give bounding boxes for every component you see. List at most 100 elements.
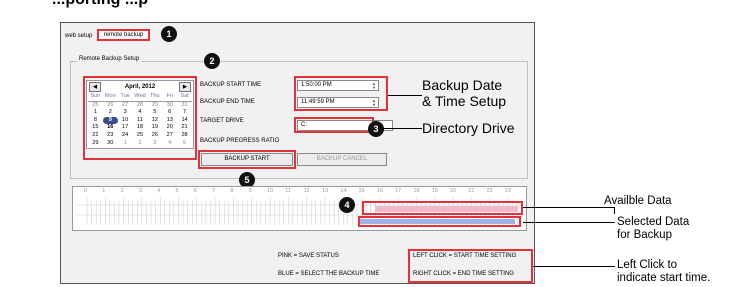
hour-label: 7 — [212, 188, 216, 194]
badge-4: 4 — [339, 197, 355, 213]
calendar-day[interactable]: 13 — [162, 117, 177, 125]
calendar-day[interactable]: 22 — [88, 132, 103, 140]
hour-label: 4 — [157, 188, 161, 194]
target-drive-label: TARGET DRIVE — [200, 118, 244, 124]
tab-web-setup[interactable]: web setup — [65, 33, 92, 39]
click-legend-highlight — [408, 249, 533, 283]
annotation-line — [614, 207, 615, 214]
calendar-day[interactable]: 28 — [133, 102, 148, 110]
calendar-day[interactable]: 30 — [103, 140, 118, 148]
legend-blue: BLUE = SELECT THE BACKUP TIME — [278, 271, 380, 277]
calendar-day[interactable]: 9 — [102, 116, 118, 125]
calendar-day[interactable]: 15 — [88, 124, 103, 132]
weekday-header: Mon — [102, 93, 118, 102]
calendar-day[interactable]: 26 — [103, 102, 118, 110]
calendar-day[interactable]: 29 — [147, 102, 162, 110]
annotation-line — [388, 95, 422, 96]
weekday-header: Wed — [132, 93, 148, 102]
calendar-grid: Sun Mon Tue Wed Thu Fri Sat 25 26 27 28 29 30 31 1 2 3 4 5… — [87, 93, 193, 148]
calendar-day[interactable]: 17 — [118, 124, 133, 132]
hour-label: 3 — [138, 188, 142, 194]
hour-label: 11 — [285, 188, 292, 194]
calendar-day[interactable]: 29 — [88, 140, 103, 148]
hour-label: 23 — [504, 188, 512, 194]
calendar-day[interactable]: 18 — [133, 124, 148, 132]
start-time-label: BACKUP START TIME — [200, 82, 262, 88]
tab-remote-backup[interactable]: remote backup — [97, 29, 150, 41]
weekday-header: Sat — [177, 93, 192, 102]
annotation-date-time-line2: & Time Setup — [422, 93, 507, 109]
calendar-day[interactable]: 10 — [118, 117, 133, 125]
annotation-available-data: Availble Data — [604, 195, 672, 207]
calendar-day[interactable]: 2 — [103, 109, 118, 117]
calendar-header: ◀ April, 2012 ▶ — [87, 81, 193, 93]
annotation-directory: Directory Drive — [422, 120, 515, 136]
annotation-selected-line2: for Backup — [617, 229, 672, 241]
calendar-day[interactable]: 16 — [103, 124, 118, 132]
calendar-day[interactable]: 31 — [177, 102, 192, 110]
next-month-icon[interactable]: ▶ — [178, 82, 191, 92]
calendar: ◀ April, 2012 ▶ Sun Mon Tue Wed Thu Fri Sat 25 2… — [86, 80, 194, 150]
calendar-day[interactable]: 3 — [147, 140, 162, 148]
backup-cancel-button[interactable]: BACKUP CANCEL — [297, 153, 387, 166]
progress-ratio-label: BACKUP PREGRESS RATIO — [200, 138, 280, 144]
legend-pink: PINK = SAVE STATUS — [278, 253, 339, 259]
calendar-day[interactable]: 1 — [118, 140, 133, 148]
hour-label: 18 — [413, 188, 420, 194]
calendar-day[interactable]: 26 — [147, 132, 162, 140]
calendar-day[interactable]: 23 — [103, 132, 118, 140]
calendar-day[interactable]: 12 — [147, 117, 162, 125]
annotation-line — [533, 266, 615, 267]
calendar-day[interactable]: 25 — [133, 132, 148, 140]
calendar-day[interactable]: 27 — [118, 102, 133, 110]
calendar-day[interactable]: 25 — [88, 102, 103, 110]
calendar-day[interactable]: 24 — [118, 132, 133, 140]
annotation-line — [523, 207, 615, 208]
calendar-day[interactable]: 8 — [88, 117, 103, 125]
annotation-left-click-line1: Left Click to — [617, 259, 678, 271]
annotation-date-time-line1: Backup Date — [422, 77, 503, 93]
group-title: Remote Backup Setup — [77, 56, 142, 62]
hour-label: 15 — [358, 188, 365, 194]
calendar-day[interactable]: 7 — [177, 109, 192, 117]
hour-label: 12 — [303, 188, 310, 194]
calendar-day[interactable]: 14 — [177, 117, 192, 125]
hour-label: 6 — [193, 188, 197, 194]
calendar-day[interactable]: 6 — [162, 109, 177, 117]
month-label: April, 2012 — [124, 84, 156, 90]
calendar-day[interactable]: 4 — [162, 140, 177, 148]
hour-label: 19 — [431, 188, 438, 194]
end-time-label: BACKUP END TIME — [200, 99, 255, 105]
calendar-day[interactable]: 20 — [162, 124, 177, 132]
calendar-day[interactable]: 30 — [162, 102, 177, 110]
annotation-line — [383, 128, 422, 129]
calendar-day[interactable]: 27 — [162, 132, 177, 140]
calendar-day[interactable]: 19 — [147, 124, 162, 132]
calendar-day[interactable]: 2 — [133, 140, 148, 148]
calendar-day[interactable]: 28 — [177, 132, 192, 140]
badge-3: 3 — [368, 121, 384, 137]
hour-label: 10 — [267, 188, 274, 194]
calendar-day[interactable]: 1 — [88, 109, 103, 117]
calendar-day[interactable]: 4 — [133, 109, 148, 117]
hour-label: 2 — [120, 188, 124, 194]
prev-month-icon[interactable]: ◀ — [89, 82, 101, 92]
calendar-day[interactable]: 11 — [133, 117, 148, 125]
calendar-day[interactable]: 5 — [177, 140, 192, 148]
selected-data-highlight — [358, 216, 521, 227]
calendar-day[interactable]: 5 — [147, 109, 162, 117]
weekday-header: Thu — [147, 93, 163, 102]
hour-label: 13 — [321, 188, 329, 194]
available-data-highlight — [362, 201, 523, 215]
hour-label: 17 — [395, 188, 402, 194]
weekday-header: Sun — [88, 93, 103, 102]
hour-label: 14 — [340, 188, 347, 194]
time-setup-highlight — [294, 76, 388, 111]
badge-2: 2 — [204, 53, 220, 69]
calendar-day[interactable]: 21 — [177, 124, 192, 132]
weekday-header: Tue — [117, 93, 133, 102]
calendar-day[interactable]: 3 — [118, 109, 133, 117]
hour-label: 8 — [230, 188, 234, 194]
hour-label: 1 — [102, 188, 106, 194]
hour-label: 21 — [468, 188, 475, 194]
